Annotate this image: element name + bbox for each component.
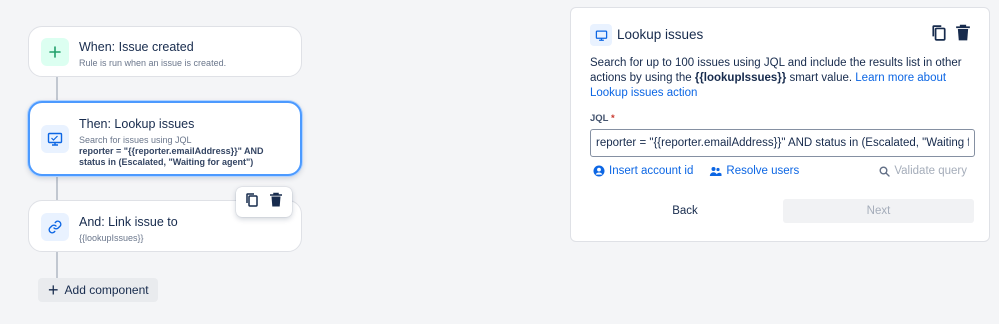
link-card-title: And: Link issue to [79,215,178,229]
lookup-card-title: Then: Lookup issues [79,117,195,131]
monitor-icon [590,24,612,46]
back-button[interactable]: Back [590,199,780,223]
trash-icon[interactable] [269,192,283,213]
monitor-icon [41,125,69,153]
copy-icon[interactable] [931,23,947,48]
copy-icon[interactable] [245,192,259,213]
lookup-card-subtitle: Search for issues using JQL [79,135,192,145]
connector-line [56,176,58,200]
resolve-users-label: Resolve users [726,165,800,177]
card-floating-toolbar [236,187,292,217]
plus-icon: + [48,280,59,300]
trigger-subtitle: Rule is run when an issue is created. [79,58,227,68]
connector-line [56,77,58,102]
lookup-card-jql-line: reporter = "{{reporter.emailAddress}}" A… [79,146,264,156]
required-marker: * [610,113,615,124]
trash-icon[interactable] [955,23,971,48]
panel-description: Search for up to 100 issues using JQL an… [590,56,980,101]
plus-icon [41,38,69,66]
resolve-users-link[interactable]: Resolve users [709,165,799,177]
panel-title: Lookup issues [617,27,704,42]
add-component-label: Add component [64,283,149,297]
jql-input[interactable] [590,129,975,157]
validate-query-button[interactable]: Validate query [879,165,967,177]
validate-query-label: Validate query [894,165,967,177]
lookup-card-jql-line: status in (Escalated, "Waiting for agent… [79,157,254,167]
add-component-button[interactable]: + Add component [38,278,158,302]
jql-label: JQL * [590,113,615,124]
lookup-issues-card[interactable]: Then: Lookup issues Search for issues us… [28,101,302,176]
panel-header-actions [931,23,971,48]
description-text: smart value. [786,72,856,84]
jql-helper-links: Insert account id Resolve users Validate… [593,163,967,179]
insert-account-id-label: Insert account id [609,165,694,177]
insert-account-id-link[interactable]: Insert account id [593,165,693,177]
trigger-card[interactable]: When: Issue created Rule is run when an … [28,26,302,77]
jql-label-text: JQL [590,113,609,124]
people-icon [710,166,722,176]
component-config-panel: Lookup issues Search for up to 100 issue… [570,7,990,242]
link-card-subtitle: {{lookupIssues}} [79,233,144,243]
user-circle-icon [593,165,605,177]
connector-line [56,252,58,278]
smart-value-text: {{lookupIssues}} [694,72,787,84]
search-icon [879,166,891,177]
link-icon [41,213,69,241]
trigger-title: When: Issue created [79,40,194,54]
next-button[interactable]: Next [783,199,974,223]
